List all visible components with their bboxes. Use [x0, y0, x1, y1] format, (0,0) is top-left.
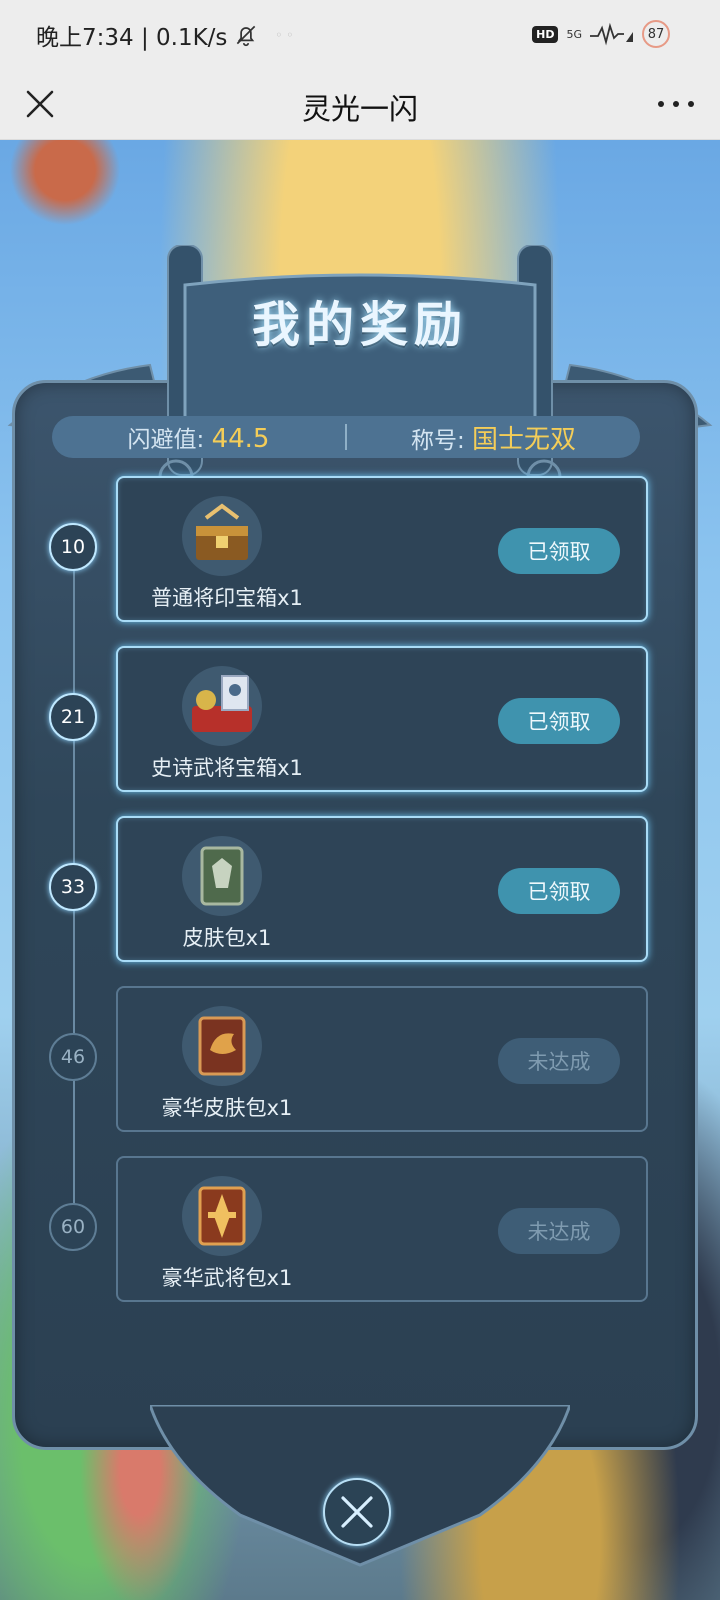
reward-card: 皮肤包x1 已领取 — [116, 816, 648, 962]
reward-row: 10 普通将印宝箱x1 已领取 — [0, 476, 720, 622]
dodge-stat: 闪避值: 44.5 — [52, 420, 345, 454]
stats-bar: 闪避值: 44.5 称号: 国士无双 — [52, 416, 640, 458]
level-number: 60 — [60, 1216, 86, 1238]
reward-row: 21 史诗武将宝箱x1 已领取 — [0, 646, 720, 792]
status-right: HD 5G 87 — [532, 20, 670, 48]
reward-name: 史诗武将宝箱x1 — [151, 756, 303, 780]
page-title: 灵光一闪 — [301, 92, 418, 126]
status-left: 晚上7:34 | 0.1K/s ◦ ◦ — [36, 18, 293, 52]
general-chest-icon — [182, 666, 262, 746]
game-view: 我的奖励 闪避值: 44.5 称号: 国士无双 10 普通将印宝箱x1 已领取 21 史… — [0, 140, 720, 1600]
title-banner — [158, 245, 562, 495]
claimed-button[interactable]: 已领取 — [498, 698, 620, 744]
deluxe-skin-pack-icon — [182, 1006, 262, 1086]
level-badge: 60 — [49, 1203, 97, 1251]
reward-name: 皮肤包x1 — [182, 926, 272, 950]
not-reached-button[interactable]: 未达成 — [498, 1038, 620, 1084]
reward-row: 60 豪华武将包x1 未达成 — [0, 1156, 720, 1302]
not-reached-button[interactable]: 未达成 — [498, 1208, 620, 1254]
rank-label: 称号: — [410, 427, 465, 454]
dodge-value: 44.5 — [211, 424, 270, 454]
panel-title: 我的奖励 — [251, 297, 468, 353]
deluxe-general-pack-icon — [182, 1176, 262, 1256]
signal-icon — [590, 22, 633, 46]
reward-row: 46 豪华皮肤包x1 未达成 — [0, 986, 720, 1132]
dodge-label: 闪避值: — [127, 427, 205, 453]
rank-stat: 称号: 国士无双 — [347, 419, 640, 456]
reward-row: 33 皮肤包x1 已领取 — [0, 816, 720, 962]
seal-chest-icon — [182, 496, 262, 576]
reward-name: 普通将印宝箱x1 — [151, 586, 303, 610]
level-number: 33 — [60, 876, 86, 898]
level-number: 21 — [60, 706, 86, 728]
claimed-button[interactable]: 已领取 — [498, 868, 620, 914]
mute-bell-icon — [237, 25, 256, 47]
level-badge: 46 — [49, 1033, 97, 1081]
status-bar: 晚上7:34 | 0.1K/s ◦ ◦ HD 5G 87 — [0, 0, 720, 68]
close-icon — [341, 1496, 373, 1528]
level-number: 10 — [60, 536, 86, 558]
level-badge: 33 — [49, 863, 97, 911]
title-bar: 灵光一闪 — [0, 68, 720, 140]
hd-icon: HD — [532, 25, 559, 43]
level-badge: 10 — [49, 523, 97, 571]
reward-name: 豪华武将包x1 — [161, 1266, 293, 1290]
level-number: 46 — [60, 1046, 86, 1068]
battery-icon: 87 — [642, 20, 670, 48]
reward-card: 史诗武将宝箱x1 已领取 — [116, 646, 648, 792]
rank-value: 国士无双 — [472, 424, 577, 455]
level-badge: 21 — [49, 693, 97, 741]
skin-pack-icon — [182, 836, 262, 916]
more-options-icon[interactable] — [654, 82, 698, 126]
reward-card: 豪华武将包x1 未达成 — [116, 1156, 648, 1302]
faint-status-icons: ◦ ◦ — [275, 28, 294, 42]
status-time-speed: 晚上7:34 | 0.1K/s — [36, 25, 228, 51]
reward-card: 豪华皮肤包x1 未达成 — [116, 986, 648, 1132]
reward-name: 豪华皮肤包x1 — [161, 1096, 293, 1120]
close-panel-button[interactable] — [323, 1478, 391, 1546]
network-label: 5G — [566, 27, 582, 41]
claimed-button[interactable]: 已领取 — [498, 528, 620, 574]
reward-card: 普通将印宝箱x1 已领取 — [116, 476, 648, 622]
